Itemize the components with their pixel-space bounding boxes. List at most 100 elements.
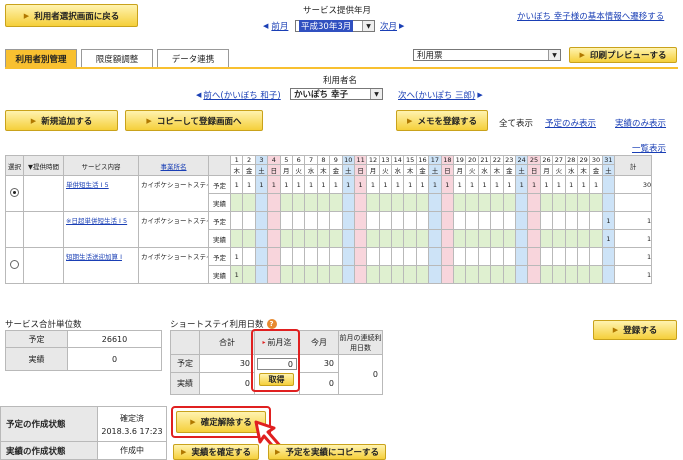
plan-day-cell[interactable] [341,247,355,266]
actual-day-cell[interactable] [601,265,616,284]
actual-day-cell[interactable] [291,229,306,248]
tab-limit-adjust[interactable]: 限度額調整 [81,49,153,68]
plan-day-cell[interactable] [477,211,492,230]
prev-user-link[interactable]: 前へ(かいぼち 和子) [203,89,280,101]
actual-day-cell[interactable] [279,265,293,284]
plan-day-cell[interactable] [366,247,380,266]
plan-day-cell[interactable] [229,211,244,230]
plan-day-cell[interactable] [502,247,517,266]
plan-day-cell[interactable] [341,211,355,230]
actual-day-cell[interactable] [576,265,591,284]
actual-day-cell[interactable]: 1 [229,265,244,284]
register-button[interactable]: ▶ 登録する [593,320,677,340]
plan-day-cell[interactable]: 1 [490,175,504,194]
actual-day-cell[interactable] [576,193,591,212]
actual-day-cell[interactable] [341,193,355,212]
actual-day-cell[interactable] [514,265,529,284]
actual-day-cell[interactable] [316,229,331,248]
time-header[interactable]: ▼提供時間 [23,155,64,176]
plan-day-cell[interactable] [552,211,566,230]
actual-day-cell[interactable] [353,229,368,248]
actual-day-cell[interactable] [267,229,281,248]
plan-day-cell[interactable] [576,247,591,266]
copy-register-button[interactable]: ▶ コピーして登録画面へ [125,110,263,131]
radio-icon[interactable] [10,188,19,197]
plan-day-cell[interactable]: 1 [366,175,380,194]
actual-day-cell[interactable] [502,265,517,284]
actual-day-cell[interactable]: 1 [601,229,616,248]
plan-day-cell[interactable]: 1 [291,175,306,194]
next-month-link[interactable]: 次月 [380,20,397,32]
actual-day-cell[interactable] [291,265,306,284]
plan-day-cell[interactable] [589,247,603,266]
actual-day-cell[interactable] [477,193,492,212]
actual-day-cell[interactable] [329,193,343,212]
actual-day-cell[interactable] [601,193,616,212]
plan-day-cell[interactable] [254,247,269,266]
plan-day-cell[interactable] [415,211,430,230]
plan-day-cell[interactable] [316,247,331,266]
actual-day-cell[interactable] [391,265,405,284]
plan-day-cell[interactable]: 1 [576,175,591,194]
actual-day-cell[interactable] [453,193,467,212]
plan-day-cell[interactable]: 1 [267,175,281,194]
actual-day-cell[interactable] [254,265,269,284]
plan-day-cell[interactable] [490,247,504,266]
actual-day-cell[interactable] [403,265,417,284]
plan-day-cell[interactable]: 1 [552,175,566,194]
actual-day-cell[interactable] [552,229,566,248]
help-icon[interactable]: ? [266,319,277,329]
actual-day-cell[interactable] [490,265,504,284]
plan-day-cell[interactable]: 1 [477,175,492,194]
plan-day-cell[interactable]: 1 [453,175,467,194]
plan-day-cell[interactable] [428,247,442,266]
plan-day-cell[interactable] [279,211,293,230]
actual-day-cell[interactable] [415,193,430,212]
plan-day-cell[interactable] [403,211,417,230]
actual-day-cell[interactable] [428,265,442,284]
basic-info-link[interactable]: かいぼち 幸子様の基本情報へ遷移する [517,10,664,22]
row-radio[interactable] [5,175,24,212]
actual-day-cell[interactable] [329,229,343,248]
actual-day-cell[interactable] [552,193,566,212]
actual-day-cell[interactable] [552,265,566,284]
actual-day-cell[interactable] [440,229,455,248]
actual-day-cell[interactable] [440,265,455,284]
memo-register-button[interactable]: ▶ メモを登録する [396,110,488,131]
actual-day-cell[interactable] [564,265,578,284]
actual-day-cell[interactable] [366,229,380,248]
plan-day-cell[interactable] [254,211,269,230]
plan-day-cell[interactable]: 1 [242,175,256,194]
actual-day-cell[interactable] [440,193,455,212]
plan-day-cell[interactable] [329,247,343,266]
actual-day-cell[interactable] [353,193,368,212]
actual-day-cell[interactable] [415,265,430,284]
plan-day-cell[interactable]: 1 [440,175,455,194]
plan-day-cell[interactable] [403,247,417,266]
plan-day-cell[interactable]: 1 [279,175,293,194]
row-radio[interactable] [5,247,24,284]
plan-day-cell[interactable]: 1 [415,175,430,194]
plan-day-cell[interactable] [514,247,529,266]
plan-day-cell[interactable]: 1 [391,175,405,194]
actual-day-cell[interactable] [539,193,554,212]
plan-day-cell[interactable] [601,175,616,194]
actual-day-cell[interactable] [267,193,281,212]
plan-day-cell[interactable] [440,211,455,230]
actual-day-cell[interactable] [242,229,256,248]
plan-day-cell[interactable]: 1 [502,175,517,194]
actual-day-cell[interactable] [490,229,504,248]
plan-day-cell[interactable]: 1 [316,175,331,194]
plan-day-cell[interactable] [539,247,554,266]
actual-day-cell[interactable] [403,229,417,248]
next-user-link[interactable]: 次へ(かいぽち 三郎) [398,89,475,101]
plan-day-cell[interactable] [502,211,517,230]
plan-day-cell[interactable] [378,247,393,266]
actual-day-cell[interactable] [589,193,603,212]
tab-data-link[interactable]: データ連携 [157,49,229,68]
back-to-user-select-button[interactable]: ▶ 利用者選択画面に戻る [5,4,138,27]
plan-day-cell[interactable] [514,211,529,230]
radio-icon[interactable] [10,260,19,269]
actual-day-cell[interactable] [539,229,554,248]
actual-day-cell[interactable] [329,265,343,284]
